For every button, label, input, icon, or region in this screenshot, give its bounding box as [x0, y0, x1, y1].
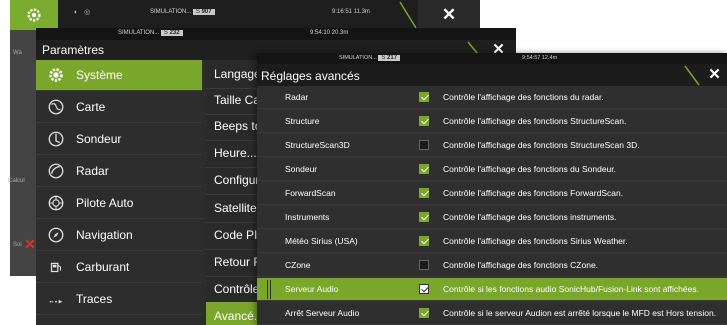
status-simulation: SIMULATION... S 217 [339, 55, 401, 61]
settings-menu: Système Carte Sondeur Radar Pilote Auto [36, 60, 202, 325]
setting-row-structure[interactable]: Structure Contrôle l'affichage des fonct… [257, 110, 727, 133]
setting-description: Contrôle l'affichage des fonctions Struc… [443, 116, 627, 126]
setting-row-sondeur[interactable]: Sondeur Contrôle l'affichage des fonctio… [257, 158, 727, 181]
status-bar: SIMULATION... S 232 9:54:10 20.3m [36, 28, 516, 40]
status-simulation: SIMULATION... S 232 [118, 30, 183, 36]
setting-row-czone[interactable]: CZone Contrôle l'affichage des fonctions… [257, 254, 727, 277]
menu-item-label: Carte [76, 100, 106, 114]
setting-checkbox[interactable] [419, 260, 429, 270]
setting-name: CZone [285, 260, 311, 270]
setting-name: Météo Sirius (USA) [285, 236, 358, 246]
selection-cursor [267, 280, 271, 299]
setting-row-arret-serveur-audio[interactable]: Arrêt Serveur Audio Contrôle si le serve… [257, 302, 727, 325]
setting-checkbox[interactable] [419, 236, 429, 246]
setting-name: StructureScan3D [285, 140, 350, 150]
status-time: 9:54:57 12.4m [522, 55, 558, 61]
setting-checkbox[interactable] [419, 284, 429, 294]
menu-item-label: Pilote Auto [76, 196, 134, 210]
tracks-icon [36, 290, 76, 308]
settings-wheel-button[interactable] [10, 0, 58, 30]
setting-row-meteo-sirius[interactable]: Météo Sirius (USA) Contrôle l'affichage … [257, 230, 727, 253]
menu-item-label: Traces [76, 292, 113, 306]
setting-name: Arrêt Serveur Audio [285, 308, 360, 318]
alert-close-icon[interactable]: ✕ [24, 236, 36, 253]
setting-checkbox[interactable] [419, 92, 429, 102]
status-dots: ◐ ◎ [74, 9, 93, 16]
setting-name: Radar [285, 92, 309, 102]
setting-row-forwardscan[interactable]: ForwardScan Contrôle l'affichage des fon… [257, 182, 727, 205]
setting-description: Contrôle l'affichage des fonctions du ra… [443, 92, 604, 102]
autopilot-icon [36, 194, 76, 212]
setting-name: Structure [285, 116, 320, 126]
status-badge: S 232 [160, 30, 183, 36]
setting-row-instruments[interactable]: Instruments Contrôle l'affichage des fon… [257, 206, 727, 229]
setting-description: Contrôle l'affichage des fonctions Siriu… [443, 236, 628, 246]
setting-checkbox[interactable] [419, 188, 429, 198]
setting-description: Contrôle l'affichage des fonctions du So… [443, 164, 617, 174]
radar-icon [36, 162, 76, 180]
setting-name: Sondeur [285, 164, 318, 174]
menu-item-pilote-auto[interactable]: Pilote Auto [36, 188, 202, 219]
setting-checkbox[interactable] [419, 116, 429, 126]
menu-item-label: Sondeur [76, 132, 122, 146]
menu-item-label: Radar [76, 164, 109, 178]
partial-label: Sol [13, 242, 22, 248]
close-button[interactable]: ✕ [418, 0, 480, 30]
menu-item-sondeur[interactable]: Sondeur [36, 124, 202, 155]
reglages-avances-window: SIMULATION... S 217 9:54:57 12.4m Réglag… [257, 53, 727, 325]
status-simulation: SIMULATION... S 907 [150, 9, 215, 15]
setting-description: Contrôle si le serveur Audion est arrêté… [443, 308, 717, 318]
setting-checkbox[interactable] [419, 140, 429, 150]
corner-accent [684, 65, 700, 86]
partial-label: Wa [13, 50, 22, 56]
status-bar: SIMULATION... S 217 9:54:57 12.4m [257, 53, 727, 64]
setting-description: Contrôle l'affichage des fonctions CZone… [443, 260, 599, 270]
setting-name: Serveur Audio [285, 284, 339, 294]
setting-description: Contrôle l'affichage des fonctions instr… [443, 212, 617, 222]
setting-row-serveur-audio[interactable]: Serveur Audio Contrôle si les fonctions … [257, 278, 727, 301]
setting-description: Contrôle l'affichage des fonctions Struc… [443, 140, 640, 150]
advanced-settings-list: Radar Contrôle l'affichage des fonctions… [257, 86, 727, 325]
compass-icon [36, 226, 76, 244]
status-badge: S 907 [192, 9, 215, 15]
corner-accent [399, 1, 417, 29]
setting-name: ForwardScan [285, 188, 336, 198]
partial-label: Calcul [8, 178, 25, 184]
setting-checkbox[interactable] [419, 308, 429, 318]
menu-item-radar[interactable]: Radar [36, 156, 202, 187]
setting-description: Contrôle l'affichage des fonctions Forwa… [443, 188, 624, 198]
menu-item-systeme[interactable]: Système [36, 60, 202, 91]
window-title: Réglages avancés [257, 64, 727, 86]
menu-item-label: Carburant [76, 260, 130, 274]
setting-checkbox[interactable] [419, 212, 429, 222]
globe-icon [36, 98, 76, 116]
setting-description: Contrôle si les fonctions audio SonicHub… [443, 284, 699, 294]
close-button[interactable]: ✕ [702, 64, 727, 86]
gear-icon [27, 8, 41, 22]
status-time: 9:16:51 11.3m [332, 9, 370, 15]
setting-row-radar[interactable]: Radar Contrôle l'affichage des fonctions… [257, 86, 727, 109]
menu-item-carburant[interactable]: Carburant [36, 252, 202, 283]
menu-item-label: Navigation [76, 228, 133, 242]
sonar-icon [36, 130, 76, 148]
status-badge: S 217 [378, 55, 401, 61]
fuel-icon [36, 258, 76, 276]
menu-item-traces[interactable]: Traces [36, 284, 202, 315]
setting-row-structurescan3d[interactable]: StructureScan3D Contrôle l'affichage des… [257, 134, 727, 157]
menu-item-carte[interactable]: Carte [36, 92, 202, 123]
menu-item-label: Système [76, 68, 123, 82]
menu-item-navigation[interactable]: Navigation [36, 220, 202, 251]
setting-checkbox[interactable] [419, 164, 429, 174]
status-time: 9:54:10 20.3m [310, 30, 349, 36]
gear-icon [36, 66, 76, 84]
setting-name: Instruments [285, 212, 330, 222]
status-bar: ◐ ◎ SIMULATION... S 907 9:16:51 11.3m ✕ [10, 0, 480, 30]
